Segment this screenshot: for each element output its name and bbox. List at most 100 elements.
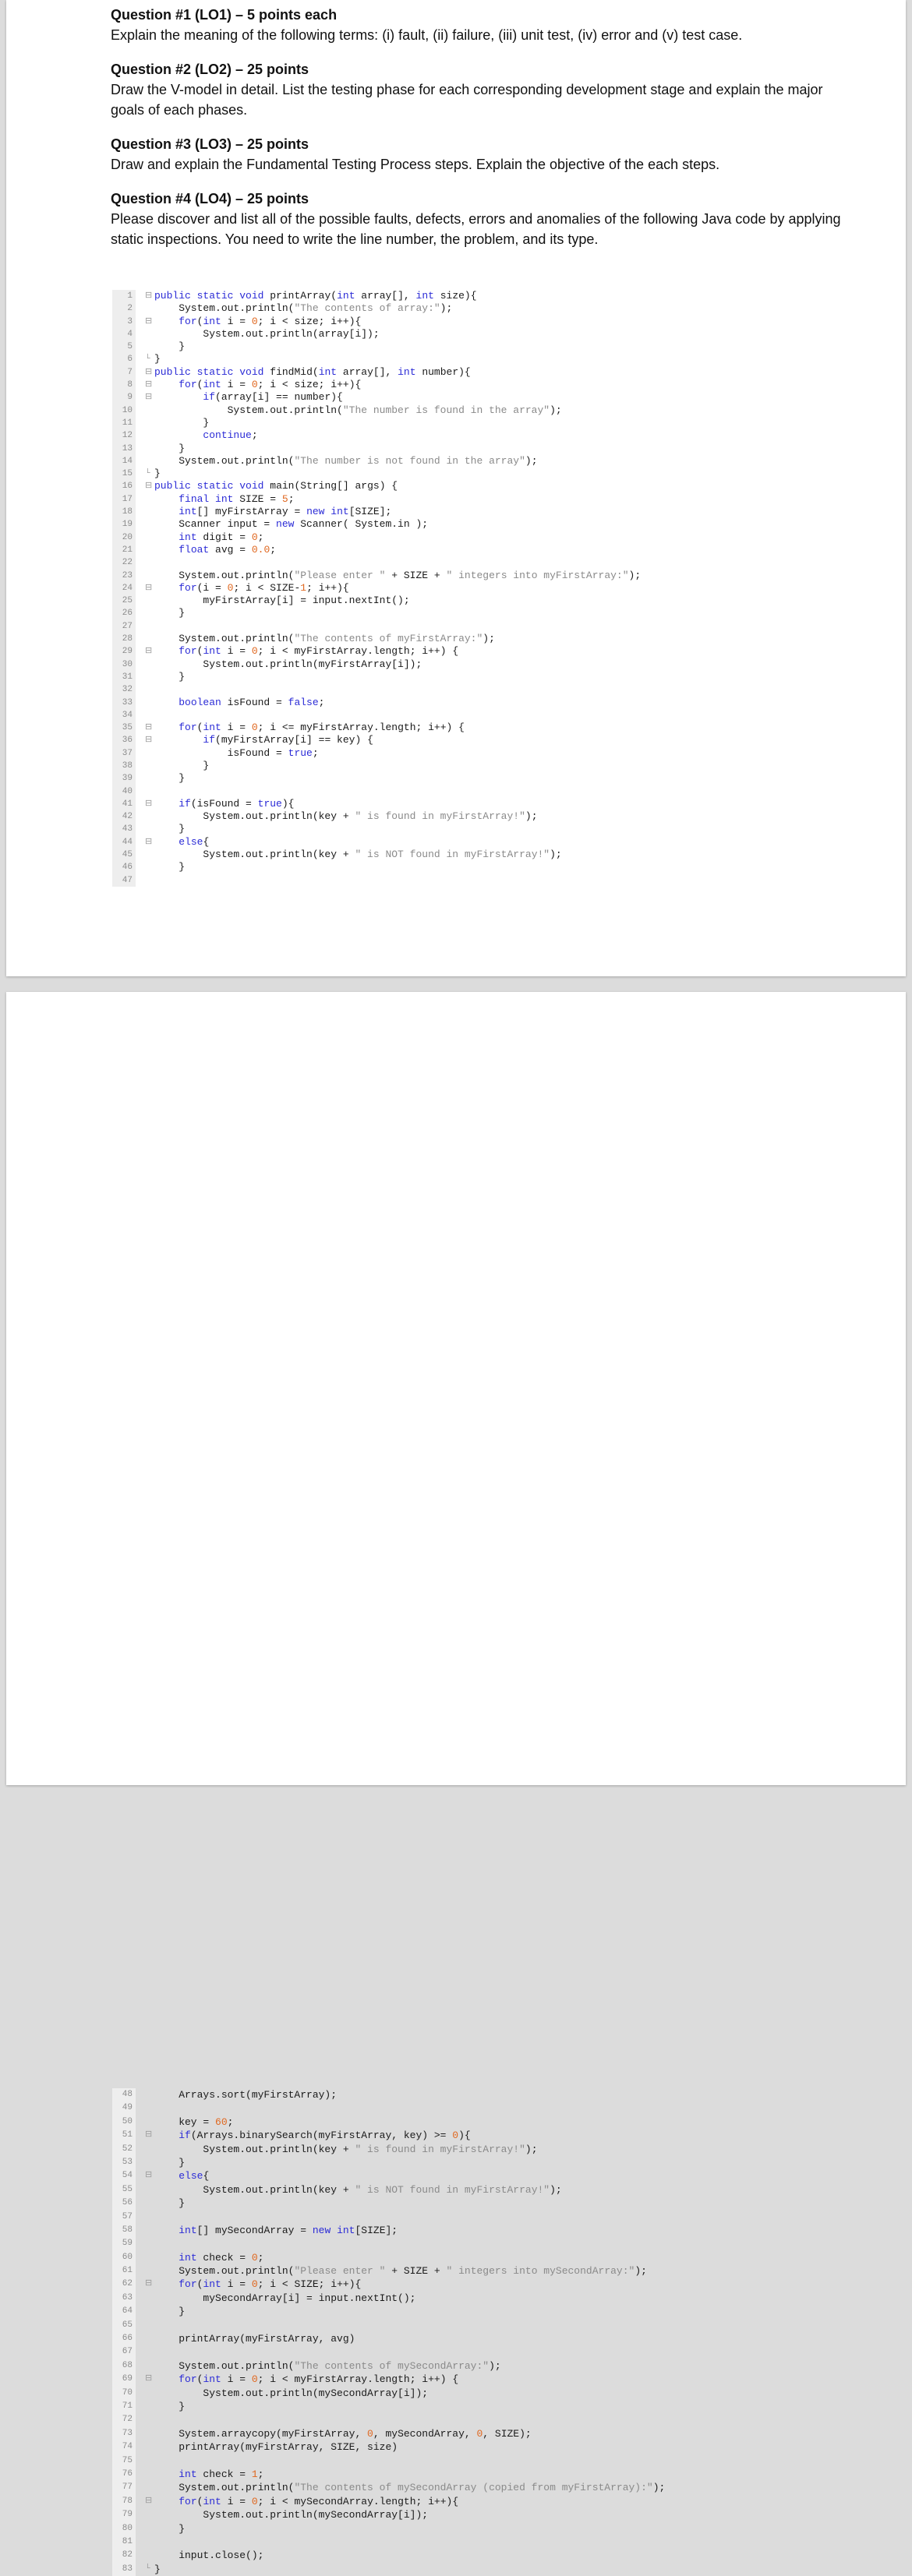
code-line: 45 System.out.println(key + " is NOT fou… xyxy=(112,849,900,862)
line-number: 33 xyxy=(112,696,136,709)
code-text: for(int i = 0; i < myFirstArray.length; … xyxy=(179,2373,459,2386)
line-number: 20 xyxy=(112,531,136,544)
code-text: int[] mySecondArray = new int[SIZE]; xyxy=(179,2224,398,2236)
line-number: 67 xyxy=(112,2345,136,2359)
question-body: Please discover and list all of the poss… xyxy=(111,211,841,247)
line-number: 66 xyxy=(112,2332,136,2346)
line-number: 17 xyxy=(112,492,136,506)
code-line: 23 System.out.println("Please enter " + … xyxy=(112,569,900,582)
line-number: 43 xyxy=(112,823,136,836)
line-number: 57 xyxy=(112,2210,136,2224)
fold-marker-icon: ⊟ xyxy=(145,393,153,403)
line-number: 31 xyxy=(112,670,136,684)
line-number: 42 xyxy=(112,810,136,824)
line-number: 73 xyxy=(112,2426,136,2441)
code-line: 77 System.out.println("The contents of m… xyxy=(112,2481,900,2495)
fold-marker-icon: ⊟ xyxy=(145,2496,153,2506)
code-text: Scanner input = new Scanner( System.in )… xyxy=(154,518,429,531)
code-text: System.out.println("The contents of mySe… xyxy=(154,2359,501,2372)
code-line: 25 myFirstArray[i] = input.nextInt(); xyxy=(112,595,900,608)
line-number: 56 xyxy=(112,2197,136,2211)
code-text: for(int i = 0; i < size; i++){ xyxy=(179,379,362,391)
line-number: 55 xyxy=(112,2183,136,2197)
code-line: 73 System.arraycopy(myFirstArray, 0, myS… xyxy=(112,2426,900,2441)
line-number: 60 xyxy=(112,2250,136,2265)
question-title: Question #1 (LO1) – 5 points each xyxy=(111,7,338,23)
line-number: 77 xyxy=(112,2481,136,2495)
question-4: Question #4 (LO4) – 25 points Please dis… xyxy=(111,189,843,249)
code-line: 30 System.out.println(myFirstArray[i]); xyxy=(112,658,900,671)
line-number: 30 xyxy=(112,658,136,671)
code-text: } xyxy=(154,2156,186,2168)
code-line: 78 ⊟ for(int i = 0; i < mySecondArray.len… xyxy=(112,2494,900,2509)
code-line: 15 └} xyxy=(112,468,900,481)
code-line: 64 } xyxy=(112,2305,900,2319)
question-body: Draw the V-model in detail. List the tes… xyxy=(111,82,823,118)
line-number: 68 xyxy=(112,2359,136,2373)
line-number: 12 xyxy=(112,429,136,443)
code-line: 50 key = 60; xyxy=(112,2115,900,2130)
code-text: if(Arrays.binarySearch(myFirstArray, key… xyxy=(179,2130,471,2142)
line-number: 83 xyxy=(112,2562,136,2576)
code-line: 22 xyxy=(112,556,900,570)
code-line: 56 } xyxy=(112,2197,900,2211)
fold-marker-icon: ⊟ xyxy=(145,316,153,326)
fold-marker-icon: ⊟ xyxy=(145,736,153,746)
line-number: 51 xyxy=(112,2129,136,2143)
line-number: 70 xyxy=(112,2386,136,2400)
code-text: int check = 1; xyxy=(179,2468,264,2480)
questions-section: Question #1 (LO1) – 5 points each Explai… xyxy=(111,5,843,263)
line-number: 82 xyxy=(112,2549,136,2563)
line-number: 80 xyxy=(112,2521,136,2535)
line-number: 8 xyxy=(112,379,136,392)
fold-marker-icon: └ xyxy=(145,2564,150,2574)
code-line: 52 System.out.println(key + " is found i… xyxy=(112,2142,900,2156)
code-text: System.out.println("The number is found … xyxy=(154,404,562,416)
line-number: 52 xyxy=(112,2142,136,2156)
code-line: 39 } xyxy=(112,772,900,785)
line-number: 40 xyxy=(112,785,136,798)
code-text: for(i = 0; i < SIZE-1; i++){ xyxy=(179,581,349,594)
code-text: System.out.println("Please enter " + SIZ… xyxy=(154,569,642,581)
code-line: 53 } xyxy=(112,2155,900,2170)
line-number: 13 xyxy=(112,442,136,455)
line-number: 39 xyxy=(112,772,136,785)
line-number: 5 xyxy=(112,341,136,354)
code-line: 40 xyxy=(112,785,900,798)
code-line: 4 System.out.println(array[i]); xyxy=(112,327,900,341)
question-2: Question #2 (LO2) – 25 points Draw the V… xyxy=(111,59,843,120)
fold-marker-icon: ⊟ xyxy=(145,380,153,390)
code-line: 16 ⊟ public static void main(String[] args… xyxy=(112,480,900,493)
fold-marker-icon: ⊟ xyxy=(145,291,153,301)
code-text: } xyxy=(154,468,161,480)
code-line: 70 System.out.println(mySecondArray[i]); xyxy=(112,2386,900,2400)
fold-marker-icon: ⊟ xyxy=(145,2279,153,2289)
line-number: 65 xyxy=(112,2318,136,2333)
line-number: 2 xyxy=(112,302,136,316)
code-line: 27 xyxy=(112,619,900,633)
code-text: System.out.println(mySecondArray[i]); xyxy=(154,2509,429,2521)
code-line: 72 xyxy=(112,2413,900,2427)
code-text: System.out.println(key + " is NOT found … xyxy=(154,849,562,861)
line-number: 64 xyxy=(112,2305,136,2319)
code-text: } xyxy=(154,823,186,835)
line-number: 3 xyxy=(112,315,136,328)
line-number: 29 xyxy=(112,645,136,658)
code-line: 66 printArray(myFirstArray, avg) xyxy=(112,2332,900,2346)
line-number: 38 xyxy=(112,759,136,773)
line-number: 63 xyxy=(112,2291,136,2306)
line-number: 54 xyxy=(112,2169,136,2183)
line-number: 71 xyxy=(112,2399,136,2414)
code-line: 13 } xyxy=(112,442,900,455)
code-text: final int SIZE = 5; xyxy=(179,492,295,505)
code-text: System.out.println(key + " is NOT found … xyxy=(154,2183,562,2196)
code-text: else{ xyxy=(179,2170,210,2183)
code-text: System.out.println(myFirstArray[i]); xyxy=(154,658,422,670)
code-line: 17 final int SIZE = 5; xyxy=(112,492,900,506)
code-text: if(myFirstArray[i] == key) { xyxy=(203,734,373,746)
line-number: 44 xyxy=(112,835,136,849)
code-text: } xyxy=(154,2197,186,2210)
code-line: 75 xyxy=(112,2454,900,2468)
line-number: 76 xyxy=(112,2467,136,2482)
code-text: for(int i = 0; i < myFirstArray.length; … xyxy=(179,645,459,658)
